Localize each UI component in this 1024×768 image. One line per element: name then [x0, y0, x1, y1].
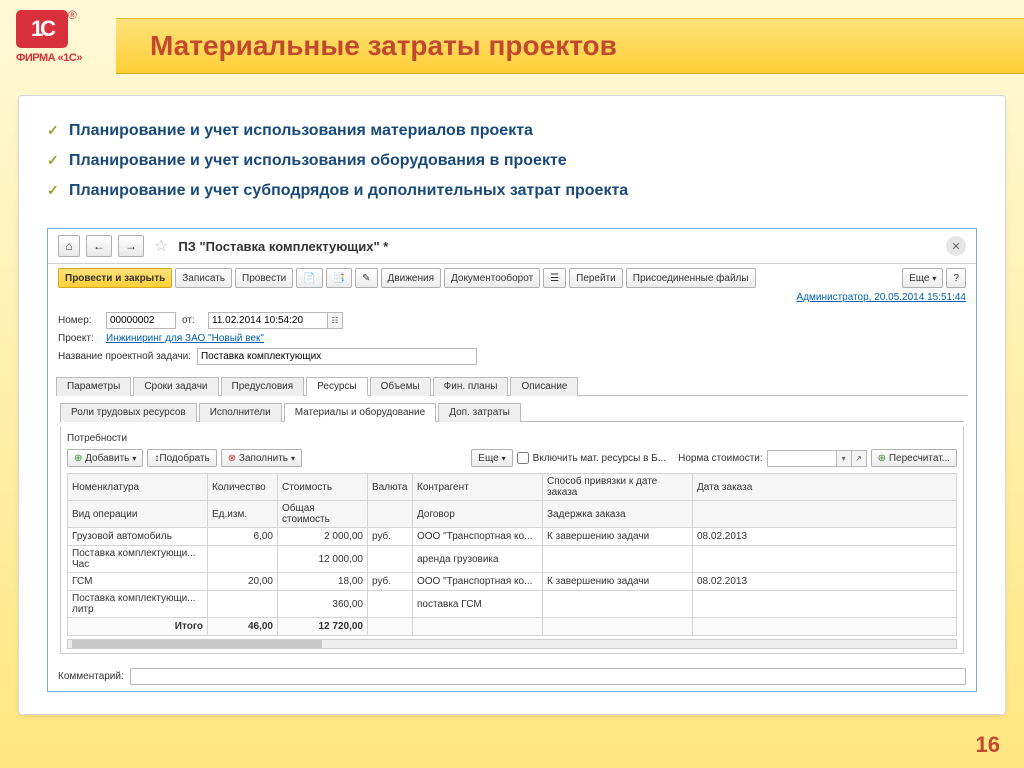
col-binding[interactable]: Способ привязки к дате заказа	[543, 474, 693, 501]
help-button[interactable]: ?	[946, 268, 966, 288]
total-row: Итого46,0012 720,00	[68, 618, 957, 636]
goto-button[interactable]: Перейти	[569, 268, 623, 288]
docflow-button[interactable]: Документооборот	[444, 268, 540, 288]
materials-grid[interactable]: Номенклатура Количество Стоимость Валюта…	[67, 473, 957, 636]
table-row[interactable]: Поставка комплектующи... Час12 000,00аре…	[68, 546, 957, 573]
date-field[interactable]	[208, 312, 328, 329]
save-button[interactable]: Записать	[175, 268, 232, 288]
tab-description[interactable]: Описание	[510, 377, 578, 396]
task-label: Название проектной задачи:	[58, 351, 191, 362]
bullet-list: Планирование и учет использования матери…	[47, 116, 977, 206]
edit-icon-button[interactable]: ✎	[355, 268, 377, 288]
fill-button[interactable]: ⊗ Заполнить	[221, 449, 302, 467]
bullet-item: Планирование и учет использования оборуд…	[47, 146, 977, 176]
horizontal-scrollbar[interactable]	[67, 639, 957, 649]
pick-button[interactable]: ↕ Подобрать	[147, 449, 216, 467]
tab-finplans[interactable]: Фин. планы	[433, 377, 509, 396]
print-button[interactable]: 📄	[296, 268, 322, 288]
col-contractor[interactable]: Контрагент	[413, 474, 543, 501]
number-field[interactable]	[106, 312, 176, 329]
titlebar: ⌂ ← → ☆ ПЗ "Поставка комплектующих" * ✕	[48, 229, 976, 263]
date-label: от:	[182, 315, 202, 326]
tab-materials[interactable]: Материалы и оборудование	[284, 403, 436, 422]
attached-files-button[interactable]: Присоединенные файлы	[626, 268, 756, 288]
more-button[interactable]: Еще	[902, 268, 943, 288]
table-row[interactable]: Грузовой автомобиль6,002 000,00руб.ООО "…	[68, 528, 957, 546]
sub-tabs: Роли трудовых ресурсов Исполнители Матер…	[60, 402, 964, 422]
materials-panel: Потребности ⊕ Добавить ↕ Подобрать ⊗ Зап…	[60, 426, 964, 654]
grid-more-button[interactable]: Еще	[471, 449, 512, 467]
project-link[interactable]: Инжиниринг для ЗАО "Новый век"	[106, 333, 264, 344]
table-row[interactable]: Поставка комплектующи... литр360,00поста…	[68, 591, 957, 618]
modified-by-link[interactable]: Администратор, 20.05.2014 15:51:44	[797, 292, 966, 303]
table-row[interactable]: ГСМ20,0018,00руб.ООО "Транспортная ко...…	[68, 573, 957, 591]
col-operation[interactable]: Вид операции	[68, 501, 208, 528]
number-label: Номер:	[58, 315, 100, 326]
recalc-button[interactable]: ⊕ Пересчитат...	[871, 449, 957, 467]
rate-label: Норма стоимости:	[678, 453, 763, 464]
rate-open-icon[interactable]: ↗	[852, 450, 867, 467]
col-totalcost[interactable]: Общая стоимость	[278, 501, 368, 528]
comment-row: Комментарий:	[48, 662, 976, 691]
post-button[interactable]: Провести	[235, 268, 293, 288]
col-orderdate[interactable]: Дата заказа	[693, 474, 957, 501]
back-button[interactable]: ←	[86, 235, 112, 257]
post-and-close-button[interactable]: Провести и закрыть	[58, 268, 172, 288]
col-unit[interactable]: Ед.изм.	[208, 501, 278, 528]
forward-button[interactable]: →	[118, 235, 144, 257]
page-header: Материальные затраты проектов	[116, 18, 1024, 74]
comment-field[interactable]	[130, 668, 966, 685]
bullet-item: Планирование и учет использования матери…	[47, 116, 977, 146]
include-resources-label: Включить мат. ресурсы в Б...	[533, 453, 666, 464]
col-contract[interactable]: Договор	[413, 501, 543, 528]
grid-toolbar: ⊕ Добавить ↕ Подобрать ⊗ Заполнить Еще В…	[67, 447, 957, 469]
list-icon-button[interactable]: ☰	[543, 268, 566, 288]
tab-volumes[interactable]: Объемы	[370, 377, 431, 396]
page-number: 16	[976, 732, 1000, 758]
close-button[interactable]: ✕	[946, 236, 966, 256]
col-qty[interactable]: Количество	[208, 474, 278, 501]
col-currency[interactable]: Валюта	[368, 474, 413, 501]
section-title: Потребности	[67, 430, 957, 447]
window-title: ПЗ "Поставка комплектующих" *	[178, 239, 388, 254]
tab-roles[interactable]: Роли трудовых ресурсов	[60, 403, 197, 422]
add-button[interactable]: ⊕ Добавить	[67, 449, 143, 467]
movements-button[interactable]: Движения	[381, 268, 441, 288]
col-cost[interactable]: Стоимость	[278, 474, 368, 501]
project-label: Проект:	[58, 333, 100, 344]
bullet-item: Планирование и учет субподрядов и дополн…	[47, 176, 977, 206]
app-window: ⌂ ← → ☆ ПЗ "Поставка комплектующих" * ✕ …	[47, 228, 977, 692]
rate-dropdown-icon[interactable]: ▾	[837, 450, 852, 467]
task-name-field[interactable]	[197, 348, 477, 365]
favorite-icon[interactable]: ☆	[154, 236, 168, 256]
content-panel: Планирование и учет использования матери…	[18, 95, 1006, 715]
page-title: Материальные затраты проектов	[150, 30, 617, 62]
report-button[interactable]: 📑	[326, 268, 352, 288]
home-button[interactable]: ⌂	[58, 235, 80, 257]
comment-label: Комментарий:	[58, 671, 124, 682]
tab-extracosts[interactable]: Доп. затраты	[438, 403, 521, 422]
tab-resources[interactable]: Ресурсы	[306, 377, 367, 396]
col-nomenclature[interactable]: Номенклатура	[68, 474, 208, 501]
tab-schedule[interactable]: Сроки задачи	[133, 377, 218, 396]
tab-params[interactable]: Параметры	[56, 377, 131, 396]
rate-field[interactable]	[767, 450, 837, 467]
main-tabs: Параметры Сроки задачи Предусловия Ресур…	[56, 376, 968, 396]
tab-preconditions[interactable]: Предусловия	[221, 377, 305, 396]
tab-performers[interactable]: Исполнители	[199, 403, 282, 422]
main-toolbar: Провести и закрыть Записать Провести 📄 📑…	[48, 263, 976, 292]
calendar-icon[interactable]: ☷	[328, 312, 343, 329]
include-resources-checkbox[interactable]	[517, 452, 529, 464]
brand-logo: 1C® ФИРМА «1С»	[16, 10, 116, 64]
form-header: Номер: от: ☷ Проект: Инжиниринг для ЗАО …	[48, 307, 976, 370]
col-delay[interactable]: Задержка заказа	[543, 501, 693, 528]
